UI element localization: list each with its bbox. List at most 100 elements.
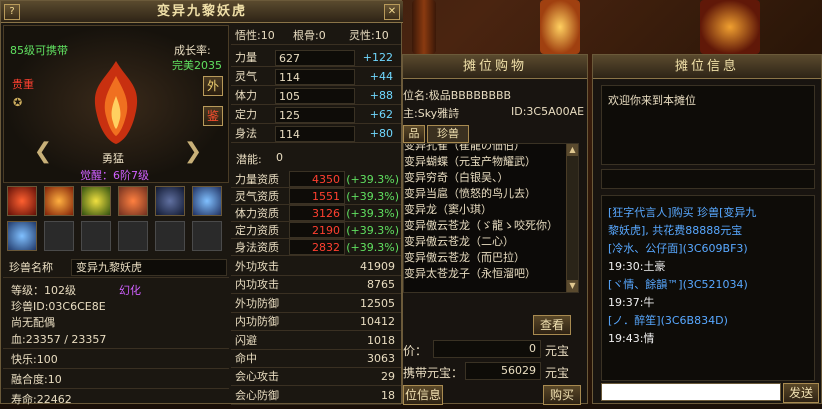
list-item[interactable]: 变异龙（窦小琪） [404, 202, 564, 217]
combat-value: 1018 [367, 333, 395, 347]
chat-line: 19:30:土豪 [608, 260, 666, 273]
stat-label: 身法 [235, 127, 257, 140]
lingxing-value: 灵性:10 [349, 29, 389, 42]
appraise-button[interactable]: 鉴 [203, 106, 223, 126]
list-item[interactable]: 变异傲云苍龙（而巴拉） [404, 250, 564, 265]
list-item[interactable]: 变异蝴蝶（元宝产物耀武） [404, 154, 564, 169]
pet-name-field[interactable]: 变异九黎妖虎 [71, 259, 227, 276]
skill-slot-empty[interactable] [118, 221, 148, 251]
stat-row: 身法 114 +80 [231, 125, 401, 143]
info-title: 摊位信息 [593, 55, 821, 79]
rotate-left-icon[interactable]: ❮ [30, 141, 56, 163]
aptitude-label: 灵气资质 [235, 190, 279, 203]
mate-status: 尚无配偶 [11, 316, 55, 329]
pet-grade: 等级：102级 [11, 284, 76, 297]
stall-owner: 主:Sky雅詩 [403, 107, 460, 120]
list-item[interactable]: 变异穷奇（白银吴、） [404, 170, 564, 185]
wuxing-value: 悟性:10 [235, 29, 275, 42]
skill-slot-empty[interactable] [155, 221, 185, 251]
price-field: 0 [433, 340, 541, 358]
combat-label: 内功攻击 [235, 278, 279, 292]
pet-list-box: 变异孔雀（崔龍の佃伯） 变异蝴蝶（元宝产物耀武） 变异穷奇（白银吴、） 变异当扈（愤怒… [403, 143, 579, 293]
stat-row: 体力 105 +88 [231, 87, 401, 105]
stall-info-panel: 摊位信息 欢迎你来到本摊位 [狂字代言人]购买 珍兽[变异九 黎妖虎], 共花费8… [592, 54, 822, 404]
aptitude-bonus: (+39.3%) [346, 224, 399, 237]
skill-slot-empty[interactable] [192, 221, 222, 251]
list-item[interactable]: 变异傲云苍龙（ゞ龍ゝ咬死你） [404, 218, 564, 233]
aptitude-bonus: (+39.3%) [346, 241, 399, 254]
chat-input[interactable] [601, 383, 781, 401]
skill-slot[interactable] [155, 186, 185, 216]
skill-slot[interactable] [44, 186, 74, 216]
attr-top-row: 悟性:10 根骨:0 灵性:10 [231, 27, 401, 45]
aptitude-label: 定力资质 [235, 224, 279, 237]
combat-row: 内功攻击 8765 [231, 276, 401, 295]
scroll-up-icon[interactable]: ▲ [567, 144, 578, 156]
fusion-value: 融合度:10 [11, 373, 62, 386]
combat-label: 内功防御 [235, 315, 279, 329]
stat-label: 力量 [235, 51, 257, 64]
skill-slot-empty[interactable] [44, 221, 74, 251]
happy-value: 快乐:100 [11, 353, 58, 366]
stall-shop-panel: 摊位购物 位名:极品BBBBBBBB 主:Sky雅詩 ID:3C5A00AE 品… [402, 54, 588, 405]
stall-info-tab[interactable]: 位信息 [403, 385, 443, 405]
skill-slot[interactable] [118, 186, 148, 216]
combat-list: 外功攻击 41909 内功攻击 8765 外功防御 12505 内功防御 10412 闪避 101… [231, 258, 401, 405]
tab-items[interactable]: 品 [403, 125, 425, 143]
rotate-right-icon[interactable]: ❯ [180, 141, 206, 163]
list-item[interactable]: 变异孔雀（崔龍の佃伯） [404, 144, 564, 153]
stat-row: 定力 125 +62 [231, 106, 401, 124]
out-button[interactable]: 外 [203, 76, 223, 96]
chat-line: 19:43:情 [608, 332, 655, 345]
skill-slot[interactable] [7, 221, 37, 251]
list-item[interactable]: 变异太苍龙子（永恒溜吧） [404, 266, 564, 281]
potential-label: 潜能: [236, 153, 262, 166]
life-row: 寿命:22462 [3, 391, 229, 409]
aptitude-label: 身法资质 [235, 241, 279, 254]
skill-slot[interactable] [192, 186, 222, 216]
pet-id: 珍兽ID:03C6CE8E [11, 300, 106, 313]
combat-row: 外功防御 12505 [231, 295, 401, 313]
chat-line: [ヾ情、餘韻™](3C521034) [608, 278, 748, 291]
list-item[interactable]: 变异傲云苍龙（二心） [404, 234, 564, 249]
aptitude-value: 3126 [289, 205, 345, 221]
pet-window-title: 变异九黎妖虎 [1, 1, 403, 23]
price-unit: 元宝 [545, 344, 570, 358]
combat-row: 外功攻击 41909 [231, 258, 401, 276]
chat-line: [ノ．醉笙](3C6B834D) [608, 314, 728, 327]
help-button[interactable]: ? [4, 4, 20, 20]
growth-value: 完美2035 [172, 59, 222, 72]
view-button[interactable]: 查看 [533, 315, 571, 335]
send-button[interactable]: 发送 [783, 383, 819, 403]
chat-line: 黎妖虎], 共花费88888元宝 [608, 224, 743, 237]
combat-row: 会心防御 18 [231, 387, 401, 405]
stat-row: 力量 627 +122 [231, 49, 401, 67]
skill-slot[interactable] [81, 186, 111, 216]
transform-tag: 幻化 [119, 284, 141, 297]
list-scrollbar[interactable]: ▲ ▼ [566, 144, 578, 292]
combat-label: 外功攻击 [235, 260, 279, 273]
aptitude-label: 力量资质 [235, 173, 279, 186]
combat-value: 18 [381, 388, 395, 402]
stat-bonus: +80 [369, 127, 393, 140]
combat-value: 41909 [360, 260, 395, 273]
aptitude-label: 体力资质 [235, 207, 279, 220]
stat-bonus: +122 [362, 51, 393, 64]
tab-pets[interactable]: 珍兽 [427, 125, 469, 143]
pet-model-image [94, 61, 138, 144]
list-item[interactable]: 变异当扈（愤怒的鸟儿去） [404, 186, 564, 201]
scroll-down-icon[interactable]: ▼ [567, 280, 578, 292]
chat-line: [狂字代言人]购买 珍兽[变异九 [608, 206, 757, 219]
pet-portrait: 85级可携带 成长率: 完美2035 贵重 ✪ ❮ ❯ 勇猛 觉醒：6阶7级 [3, 25, 229, 183]
combat-label: 闪避 [235, 333, 257, 347]
stat-bonus: +62 [369, 108, 393, 121]
life-value: 寿命:22462 [11, 393, 72, 406]
pet-name-row: 珍兽名称 变异九黎妖虎 [3, 258, 229, 278]
close-button[interactable]: ✕ [384, 4, 400, 20]
aptitude-value: 2190 [289, 222, 345, 238]
carry-label: 携带元宝： [403, 366, 464, 380]
price-label: 价： [403, 344, 428, 358]
buy-button[interactable]: 购买 [543, 385, 581, 405]
skill-slot[interactable] [7, 186, 37, 216]
skill-slot-empty[interactable] [81, 221, 111, 251]
